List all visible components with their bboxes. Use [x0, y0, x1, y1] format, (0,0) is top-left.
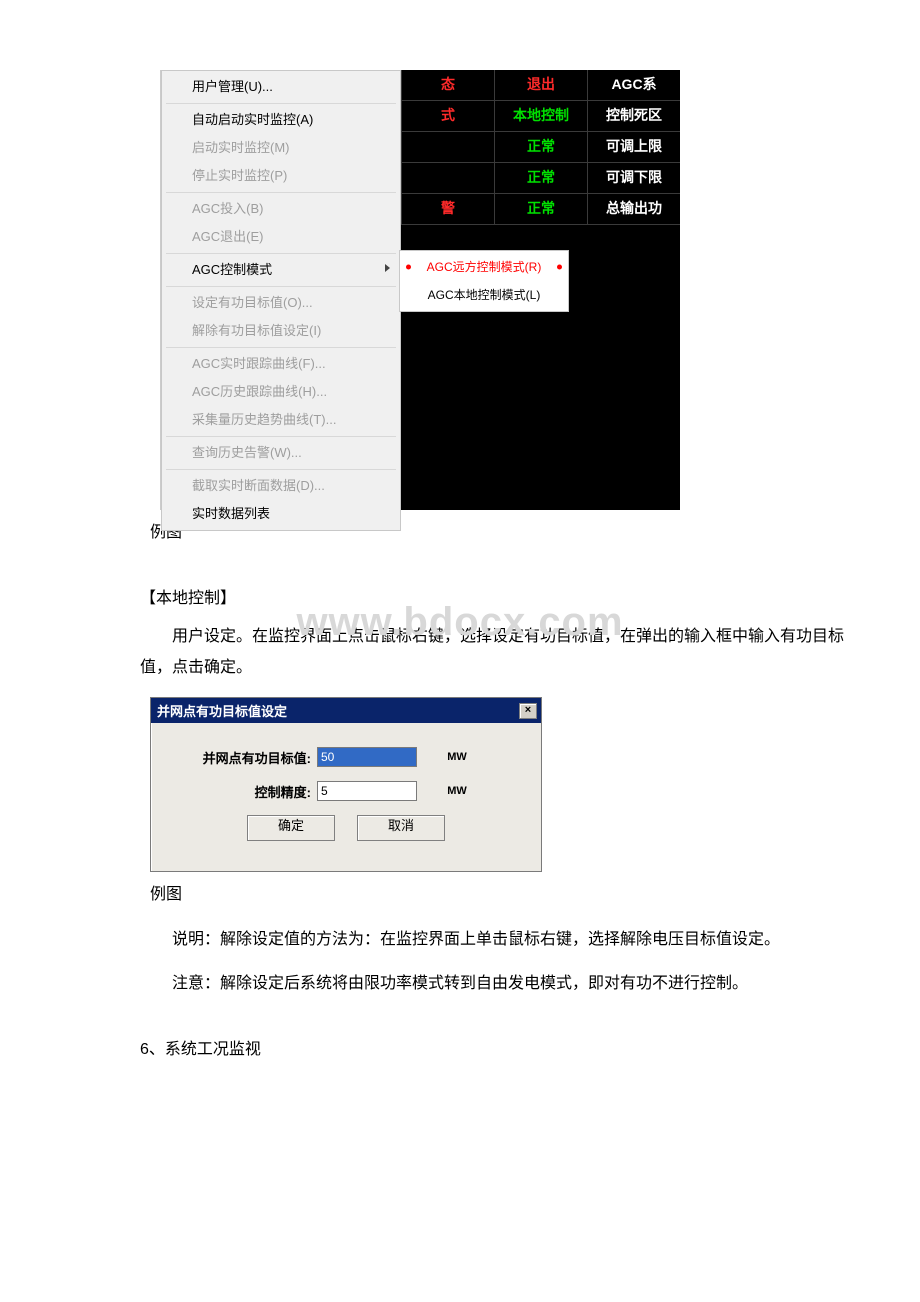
panel-cell — [401, 163, 494, 193]
menu-item[interactable]: 用户管理(U)... — [164, 73, 398, 101]
panel-cell: 可调上限 — [587, 132, 680, 162]
panel-cell: 态 — [401, 70, 494, 100]
menu-separator — [166, 253, 396, 254]
menu-item: AGC退出(E) — [164, 223, 398, 251]
menu-separator — [166, 286, 396, 287]
panel-cell: 式 — [401, 101, 494, 131]
panel-cell: 本地控制 — [494, 101, 587, 131]
paragraph: 注意：解除设定后系统将由限功率模式转到自由发电模式，即对有功不进行控制。 — [140, 969, 860, 999]
submenu-item-remote[interactable]: AGC远方控制模式(R) — [402, 253, 566, 281]
context-menu-screenshot: 态退出AGC系式本地控制控制死区正常可调上限正常可调下限警正常总输出功 用户管理… — [160, 70, 680, 510]
menu-item: AGC实时跟踪曲线(F)... — [164, 350, 398, 378]
field-precision-input[interactable] — [317, 781, 417, 801]
menu-item: AGC投入(B) — [164, 195, 398, 223]
panel-row: 态退出AGC系 — [401, 70, 680, 101]
figure-caption: 例图 — [150, 880, 860, 910]
submenu-item-local[interactable]: AGC本地控制模式(L) — [402, 281, 566, 309]
panel-cell: 警 — [401, 194, 494, 224]
menu-separator — [166, 436, 396, 437]
panel-row: 警正常总输出功 — [401, 194, 680, 225]
panel-cell: 正常 — [494, 163, 587, 193]
target-value-dialog: 并网点有功目标值设定 × 并网点有功目标值: MW 控制精度: MW 确定 取消 — [150, 697, 542, 872]
field-target-label: 并网点有功目标值: — [171, 748, 317, 767]
menu-separator — [166, 347, 396, 348]
dialog-title-text: 并网点有功目标值设定 — [157, 701, 287, 720]
section-local-control-title: 【本地控制】 — [140, 584, 860, 608]
panel-cell: 正常 — [494, 132, 587, 162]
paragraph: 用户设定。在监控界面上点击鼠标右键，选择设定有功目标值，在弹出的输入框中输入有功… — [140, 622, 860, 683]
close-icon[interactable]: × — [519, 703, 537, 719]
menu-item: 停止实时监控(P) — [164, 162, 398, 190]
menu-item: 设定有功目标值(O)... — [164, 289, 398, 317]
menu-item[interactable]: 实时数据列表 — [164, 500, 398, 528]
panel-row: 正常可调下限 — [401, 163, 680, 194]
panel-cell: 正常 — [494, 194, 587, 224]
field-target-unit: MW — [437, 751, 477, 763]
cancel-button[interactable]: 取消 — [357, 815, 445, 841]
menu-item: 解除有功目标值设定(I) — [164, 317, 398, 345]
dialog-titlebar: 并网点有功目标值设定 × — [151, 698, 541, 723]
paragraph: 说明：解除设定值的方法为：在监控界面上单击鼠标右键，选择解除电压目标值设定。 — [140, 925, 860, 955]
panel-cell: 总输出功 — [587, 194, 680, 224]
panel-cell: AGC系 — [587, 70, 680, 100]
menu-item: 截取实时断面数据(D)... — [164, 472, 398, 500]
menu-item: AGC历史跟踪曲线(H)... — [164, 378, 398, 406]
field-precision-unit: MW — [437, 785, 477, 797]
panel-cell: 可调下限 — [587, 163, 680, 193]
menu-item[interactable]: 自动启动实时监控(A) — [164, 106, 398, 134]
panel-cell — [401, 132, 494, 162]
panel-cell: 控制死区 — [587, 101, 680, 131]
menu-item: 启动实时监控(M) — [164, 134, 398, 162]
menu-item: 采集量历史趋势曲线(T)... — [164, 406, 398, 434]
menu-separator — [166, 469, 396, 470]
menu-item: 查询历史告警(W)... — [164, 439, 398, 467]
menu-separator — [166, 103, 396, 104]
ok-button[interactable]: 确定 — [247, 815, 335, 841]
panel-cell: 退出 — [494, 70, 587, 100]
menu-item[interactable]: AGC控制模式 — [164, 256, 398, 284]
section-6-title: 6、系统工况监视 — [140, 1035, 860, 1059]
field-precision-label: 控制精度: — [171, 782, 317, 801]
panel-row: 正常可调上限 — [401, 132, 680, 163]
context-menu: 用户管理(U)... 自动启动实时监控(A)启动实时监控(M)停止实时监控(P) A… — [161, 70, 401, 531]
field-target-input[interactable] — [317, 747, 417, 767]
status-panel: 态退出AGC系式本地控制控制死区正常可调上限正常可调下限警正常总输出功 — [401, 70, 680, 225]
panel-row: 式本地控制控制死区 — [401, 101, 680, 132]
menu-separator — [166, 192, 396, 193]
context-submenu: AGC远方控制模式(R) AGC本地控制模式(L) — [399, 250, 569, 312]
chevron-right-icon — [385, 264, 390, 272]
